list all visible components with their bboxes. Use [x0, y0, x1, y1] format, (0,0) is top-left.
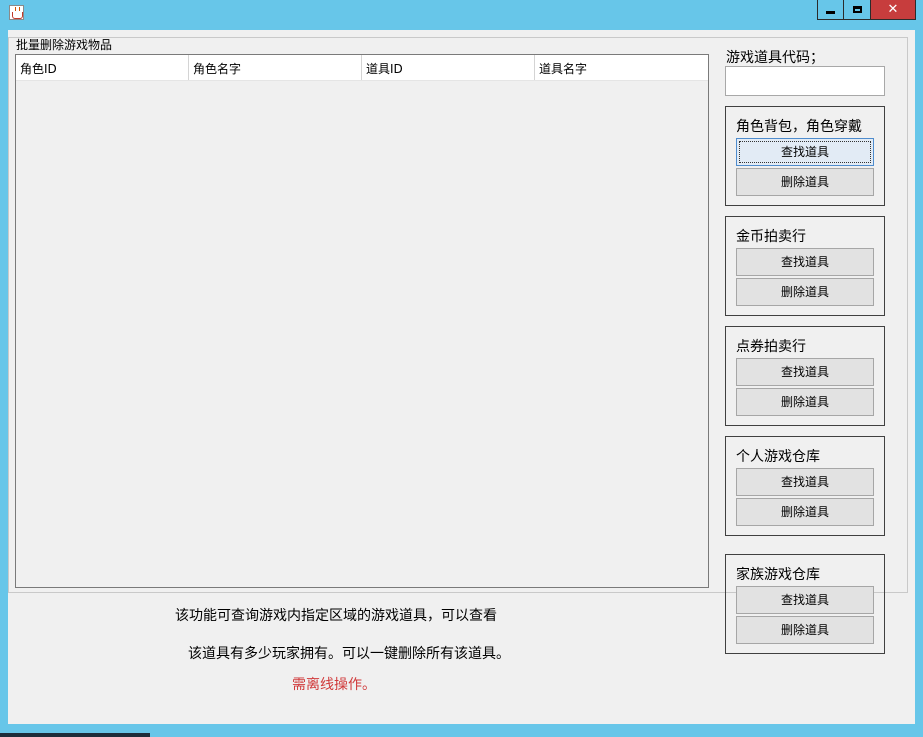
- results-table[interactable]: 角色ID 角色名字 道具ID 道具名字: [15, 54, 709, 588]
- title-bar[interactable]: ✕: [0, 0, 923, 24]
- maximize-button[interactable]: [844, 0, 871, 20]
- taskbar-edge: [0, 733, 150, 737]
- description-line-1: 该功能可查询游戏内指定区域的游戏道具，可以查看: [175, 608, 497, 624]
- group-title-family-storage: 家族游戏仓库: [736, 567, 820, 583]
- bag-equip-group: 角色背包，角色穿戴 查找道具 删除道具: [725, 106, 885, 206]
- personal-storage-find-button[interactable]: 查找道具: [736, 468, 874, 496]
- minimize-icon: [826, 10, 835, 14]
- group-title: 批量删除游戏物品: [15, 38, 114, 52]
- column-header-item-id[interactable]: 道具ID: [362, 55, 535, 80]
- group-title-point-auction: 点券拍卖行: [736, 339, 806, 355]
- minimize-button[interactable]: [817, 0, 844, 20]
- point-auction-delete-button[interactable]: 删除道具: [736, 388, 874, 416]
- family-storage-group: 家族游戏仓库 查找道具 删除道具: [725, 554, 885, 654]
- gold-auction-find-button[interactable]: 查找道具: [736, 248, 874, 276]
- item-code-label: 游戏道具代码；: [726, 50, 824, 66]
- column-header-role-id[interactable]: 角色ID: [16, 55, 189, 80]
- point-auction-group: 点券拍卖行 查找道具 删除道具: [725, 326, 885, 426]
- table-header: 角色ID 角色名字 道具ID 道具名字: [16, 55, 708, 81]
- family-storage-find-button[interactable]: 查找道具: [736, 586, 874, 614]
- maximize-icon: [852, 6, 862, 13]
- group-title-gold-auction: 金币拍卖行: [736, 229, 806, 245]
- personal-storage-group: 个人游戏仓库 查找道具 删除道具: [725, 436, 885, 536]
- group-title-personal-storage: 个人游戏仓库: [736, 449, 820, 465]
- bag-delete-button[interactable]: 删除道具: [736, 168, 874, 196]
- description-line-2: 该道具有多少玩家拥有。可以一键删除所有该道具。: [188, 646, 510, 662]
- close-button[interactable]: ✕: [871, 0, 916, 20]
- gold-auction-delete-button[interactable]: 删除道具: [736, 278, 874, 306]
- gold-auction-group: 金币拍卖行 查找道具 删除道具: [725, 216, 885, 316]
- app-window: ✕ 批量删除游戏物品 角色ID 角色名字 道具ID 道具名字 游戏道具代码； 角…: [0, 0, 923, 737]
- item-code-input[interactable]: [725, 66, 885, 96]
- client-area: 批量删除游戏物品 角色ID 角色名字 道具ID 道具名字 游戏道具代码； 角色背…: [8, 30, 915, 724]
- offline-warning: 需离线操作。: [292, 677, 376, 693]
- point-auction-find-button[interactable]: 查找道具: [736, 358, 874, 386]
- bag-find-button[interactable]: 查找道具: [736, 138, 874, 166]
- close-icon: ✕: [887, 2, 899, 17]
- column-header-role-name[interactable]: 角色名字: [189, 55, 362, 80]
- group-title-bag-equip: 角色背包，角色穿戴: [736, 119, 862, 135]
- personal-storage-delete-button[interactable]: 删除道具: [736, 498, 874, 526]
- family-storage-delete-button[interactable]: 删除道具: [736, 616, 874, 644]
- java-coffee-icon[interactable]: [9, 5, 24, 20]
- column-header-item-name[interactable]: 道具名字: [535, 55, 707, 80]
